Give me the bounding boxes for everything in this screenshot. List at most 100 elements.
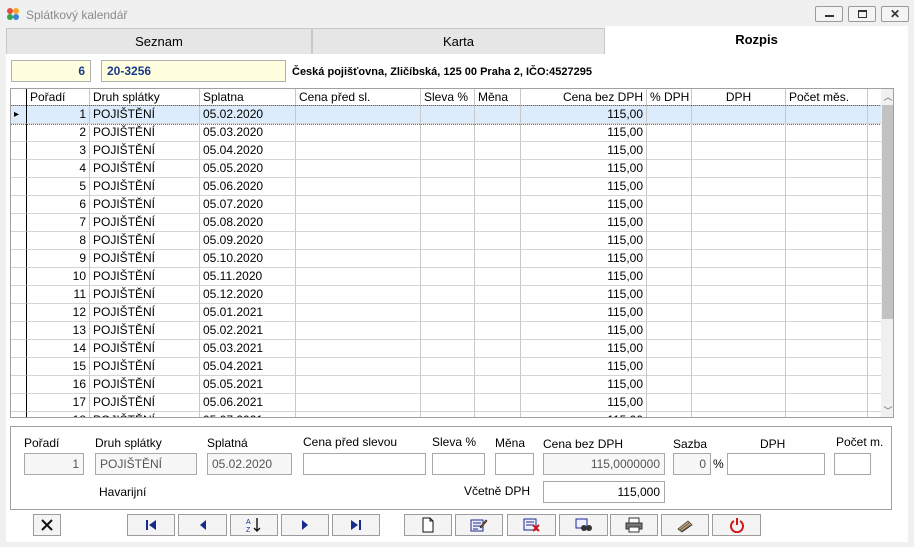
cell-dph[interactable] [692,358,786,376]
cell-filler[interactable] [868,232,881,250]
cell-dph[interactable] [692,124,786,142]
row-pointer-icon[interactable]: ▸ [11,106,27,124]
cell-pocet[interactable] [786,142,868,160]
cell-pct-dph[interactable] [647,178,692,196]
cell-cena-pred[interactable] [296,304,421,322]
druh-field[interactable]: POJIŠTĚNÍ [95,453,197,475]
col-header-pct-dph[interactable]: % DPH [647,89,692,106]
cell-druh[interactable]: POJIŠTĚNÍ [90,250,200,268]
cell-druh[interactable]: POJIŠTĚNÍ [90,358,200,376]
cell-poradi[interactable]: 11 [27,286,90,304]
cell-pocet[interactable] [786,394,868,412]
pocet-field[interactable] [834,453,871,475]
table-row[interactable]: 13 POJIŠTĚNÍ 05.02.2021 115,00 [11,322,881,340]
cell-poradi[interactable]: 6 [27,196,90,214]
cell-mena[interactable] [475,196,521,214]
cell-mena[interactable] [475,124,521,142]
cell-sleva[interactable] [421,160,475,178]
print-button[interactable] [610,514,658,536]
row-indicator[interactable] [11,196,27,214]
cell-filler[interactable] [868,142,881,160]
cell-filler[interactable] [868,178,881,196]
cell-cena-bez[interactable]: 115,00 [521,268,647,286]
tab-rozpis[interactable]: Rozpis [605,26,908,54]
cell-pct-dph[interactable] [647,268,692,286]
cell-dph[interactable] [692,232,786,250]
cell-cena-bez[interactable]: 115,00 [521,214,647,232]
cell-cena-pred[interactable] [296,214,421,232]
cell-druh[interactable]: POJIŠTĚNÍ [90,286,200,304]
table-row[interactable]: 9 POJIŠTĚNÍ 05.10.2020 115,00 [11,250,881,268]
cell-sleva[interactable] [421,178,475,196]
cell-pocet[interactable] [786,178,868,196]
col-header-cena-pred[interactable]: Cena před sl. [296,89,421,106]
cell-mena[interactable] [475,412,521,417]
cell-splatna[interactable]: 05.02.2021 [200,322,296,340]
cell-dph[interactable] [692,106,786,124]
cell-dph[interactable] [692,286,786,304]
cell-sleva[interactable] [421,124,475,142]
cell-sleva[interactable] [421,106,475,124]
cell-poradi[interactable]: 15 [27,358,90,376]
cell-splatna[interactable]: 05.07.2021 [200,412,296,417]
cell-druh[interactable]: POJIŠTĚNÍ [90,268,200,286]
col-header-druh[interactable]: Druh splátky [90,89,200,106]
cell-filler[interactable] [868,160,881,178]
cell-splatna[interactable]: 05.02.2020 [200,106,296,124]
table-row[interactable]: 6 POJIŠTĚNÍ 05.07.2020 115,00 [11,196,881,214]
cell-pct-dph[interactable] [647,322,692,340]
cell-cena-pred[interactable] [296,106,421,124]
cell-druh[interactable]: POJIŠTĚNÍ [90,160,200,178]
cell-poradi[interactable]: 5 [27,178,90,196]
cell-cena-pred[interactable] [296,358,421,376]
cell-druh[interactable]: POJIŠTĚNÍ [90,376,200,394]
table-row[interactable]: 5 POJIŠTĚNÍ 05.06.2020 115,00 [11,178,881,196]
cell-pocet[interactable] [786,196,868,214]
cell-sleva[interactable] [421,268,475,286]
cell-sleva[interactable] [421,394,475,412]
edit-button[interactable] [455,514,503,536]
cell-cena-pred[interactable] [296,178,421,196]
cell-pct-dph[interactable] [647,142,692,160]
mena-field[interactable] [495,453,534,475]
table-row[interactable]: 17 POJIŠTĚNÍ 05.06.2021 115,00 [11,394,881,412]
find-button[interactable] [559,514,608,536]
table-row[interactable]: 4 POJIŠTĚNÍ 05.05.2020 115,00 [11,160,881,178]
cell-filler[interactable] [868,304,881,322]
cell-splatna[interactable]: 05.07.2020 [200,196,296,214]
previous-record-button[interactable] [178,514,227,536]
cell-pocet[interactable] [786,124,868,142]
row-indicator[interactable] [11,250,27,268]
row-indicator[interactable] [11,268,27,286]
vcetne-dph-field[interactable]: 115,000 [543,481,665,503]
cell-cena-bez[interactable]: 115,00 [521,304,647,322]
cell-poradi[interactable]: 10 [27,268,90,286]
row-indicator[interactable] [11,286,27,304]
cell-cena-pred[interactable] [296,322,421,340]
table-row[interactable]: 12 POJIŠTĚNÍ 05.01.2021 115,00 [11,304,881,322]
cell-pocet[interactable] [786,322,868,340]
copy-button[interactable] [661,514,709,536]
cell-cena-pred[interactable] [296,286,421,304]
table-row[interactable]: 16 POJIŠTĚNÍ 05.05.2021 115,00 [11,376,881,394]
cell-mena[interactable] [475,142,521,160]
cell-druh[interactable]: POJIŠTĚNÍ [90,340,200,358]
cell-poradi[interactable]: 2 [27,124,90,142]
cell-druh[interactable]: POJIŠTĚNÍ [90,124,200,142]
dph-field[interactable] [727,453,825,475]
row-indicator[interactable] [11,376,27,394]
cell-poradi[interactable]: 1 [27,106,90,124]
cell-splatna[interactable]: 05.01.2021 [200,304,296,322]
table-row[interactable]: 8 POJIŠTĚNÍ 05.09.2020 115,00 [11,232,881,250]
cell-splatna[interactable]: 05.04.2020 [200,142,296,160]
cell-splatna[interactable]: 05.03.2020 [200,124,296,142]
cell-filler[interactable] [868,412,881,417]
cell-pct-dph[interactable] [647,358,692,376]
cell-filler[interactable] [868,376,881,394]
cell-pct-dph[interactable] [647,250,692,268]
grid-scrollbar[interactable]: ︿ ﹀ [881,89,893,417]
cell-poradi[interactable]: 8 [27,232,90,250]
cell-pct-dph[interactable] [647,160,692,178]
next-record-button[interactable] [281,514,329,536]
last-record-button[interactable] [332,514,380,536]
